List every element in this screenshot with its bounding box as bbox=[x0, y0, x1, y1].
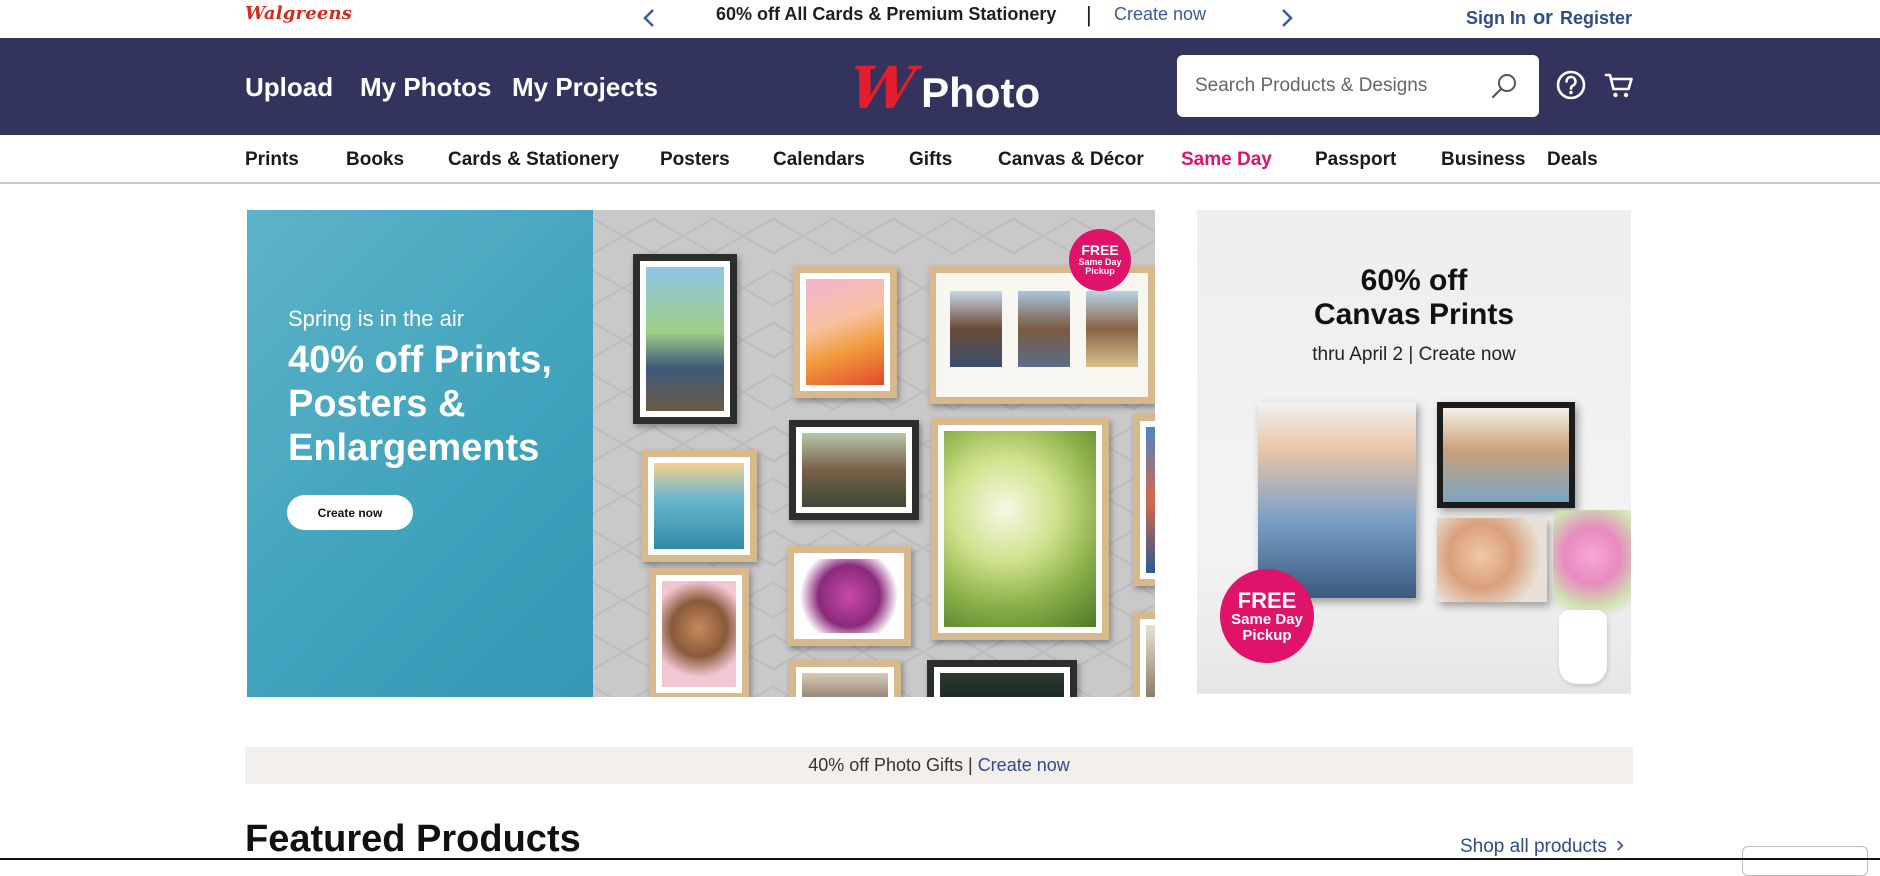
badge-free: FREE bbox=[1237, 587, 1297, 613]
nav-books[interactable]: Books bbox=[346, 149, 404, 171]
site-header: Upload My Photos My Projects W Photo bbox=[0, 38, 1880, 135]
search-icon[interactable] bbox=[1489, 71, 1519, 101]
side-banner-title: 60% off Canvas Prints bbox=[1197, 264, 1631, 332]
brand-mark: W bbox=[846, 54, 919, 122]
nav-same-day[interactable]: Same Day bbox=[1181, 149, 1272, 171]
nav-business[interactable]: Business bbox=[1441, 149, 1525, 171]
register-link[interactable]: Register bbox=[1560, 8, 1632, 28]
my-photos-link[interactable]: My Photos bbox=[360, 72, 491, 103]
framed-photo bbox=[929, 266, 1155, 404]
category-nav: Prints Books Cards & Stationery Posters … bbox=[0, 135, 1880, 184]
walgreens-logo[interactable]: Walgreens bbox=[245, 3, 352, 24]
canvas-prints-banner[interactable]: 60% off Canvas Prints thru April 2 | Cre… bbox=[1197, 210, 1631, 694]
nav-deals[interactable]: Deals bbox=[1547, 149, 1598, 171]
featured-products-heading: Featured Products bbox=[245, 818, 581, 860]
nav-passport[interactable]: Passport bbox=[1315, 149, 1396, 171]
search-input[interactable] bbox=[1195, 69, 1485, 103]
nav-canvas-decor[interactable]: Canvas & Décor bbox=[998, 149, 1144, 171]
same-day-pickup-badge: FREE Same Day Pickup bbox=[1220, 569, 1314, 663]
canvas-photo-friends bbox=[1437, 402, 1575, 508]
promo-bar: Walgreens 60% off All Cards & Premium St… bbox=[0, 0, 1880, 38]
framed-photo bbox=[789, 660, 901, 697]
photo-gifts-promo-strip: 40% off Photo Gifts | Create now bbox=[245, 747, 1633, 784]
side-title-line1: 60% off bbox=[1360, 264, 1468, 297]
chat-widget[interactable] bbox=[1742, 846, 1868, 876]
framed-photo bbox=[793, 266, 897, 398]
shop-all-products-link[interactable]: Shop all products bbox=[1460, 836, 1625, 858]
framed-photo bbox=[931, 418, 1109, 640]
badge-free: FREE bbox=[1081, 242, 1119, 259]
search-box bbox=[1177, 55, 1539, 117]
framed-photo bbox=[927, 660, 1077, 697]
chevron-left-icon[interactable] bbox=[638, 6, 660, 30]
framed-photo bbox=[789, 420, 919, 520]
chevron-right-icon bbox=[1616, 836, 1625, 858]
nav-posters[interactable]: Posters bbox=[660, 149, 730, 171]
hero-photo-wall: FREE Same Day Pickup bbox=[593, 210, 1155, 697]
canvas-photo-baby bbox=[1437, 518, 1547, 602]
same-day-pickup-badge: FREE Same Day Pickup bbox=[1069, 229, 1131, 291]
badge-pickup: Pickup bbox=[1242, 626, 1292, 644]
hero-banner[interactable]: Spring is in the air 40% off Prints, Pos… bbox=[247, 210, 1155, 697]
hero-text-panel: Spring is in the air 40% off Prints, Pos… bbox=[247, 210, 593, 697]
nav-cards-stationery[interactable]: Cards & Stationery bbox=[448, 149, 619, 171]
walgreens-photo-logo[interactable]: W Photo bbox=[846, 54, 1041, 122]
sign-in-link[interactable]: Sign In bbox=[1466, 8, 1526, 28]
help-icon[interactable] bbox=[1555, 69, 1587, 101]
nav-gifts[interactable]: Gifts bbox=[909, 149, 952, 171]
hero-create-now-button[interactable]: Create now bbox=[287, 495, 413, 530]
strip-text: 40% off Photo Gifts | bbox=[808, 755, 978, 775]
side-title-line2: Canvas Prints bbox=[1313, 298, 1515, 331]
badge-pickup: Pickup bbox=[1085, 266, 1115, 277]
framed-photo bbox=[633, 254, 737, 424]
framed-photo bbox=[1133, 414, 1155, 586]
canvas-photo-family bbox=[1258, 402, 1416, 598]
vase-decoration bbox=[1559, 610, 1607, 684]
cart-icon[interactable] bbox=[1603, 69, 1635, 101]
chevron-right-icon[interactable] bbox=[1276, 6, 1298, 30]
brand-name: Photo bbox=[921, 69, 1041, 116]
promo-separator: | bbox=[1086, 2, 1092, 27]
nav-prints[interactable]: Prints bbox=[245, 149, 299, 171]
framed-photo bbox=[641, 450, 757, 562]
my-projects-link[interactable]: My Projects bbox=[512, 72, 658, 103]
nav-calendars[interactable]: Calendars bbox=[773, 149, 865, 171]
hero-kicker: Spring is in the air bbox=[288, 306, 465, 331]
framed-photo bbox=[1133, 612, 1155, 697]
shop-all-label: Shop all products bbox=[1460, 836, 1607, 858]
badge-same-day: Same Day bbox=[1231, 610, 1303, 628]
promo-create-now-link[interactable]: Create now bbox=[1114, 4, 1206, 25]
framed-photo bbox=[649, 568, 749, 697]
or-text: or bbox=[1532, 7, 1553, 29]
side-banner-subtitle: thru April 2 | Create now bbox=[1312, 344, 1516, 365]
upload-link[interactable]: Upload bbox=[245, 72, 333, 103]
promo-message: 60% off All Cards & Premium Stationery bbox=[716, 4, 1057, 24]
hero-title: 40% off Prints, Posters & Enlargements bbox=[288, 339, 552, 469]
framed-photo bbox=[787, 546, 911, 646]
strip-create-now-link[interactable]: Create now bbox=[978, 755, 1070, 775]
account-links: Sign In or Register bbox=[1466, 7, 1632, 30]
